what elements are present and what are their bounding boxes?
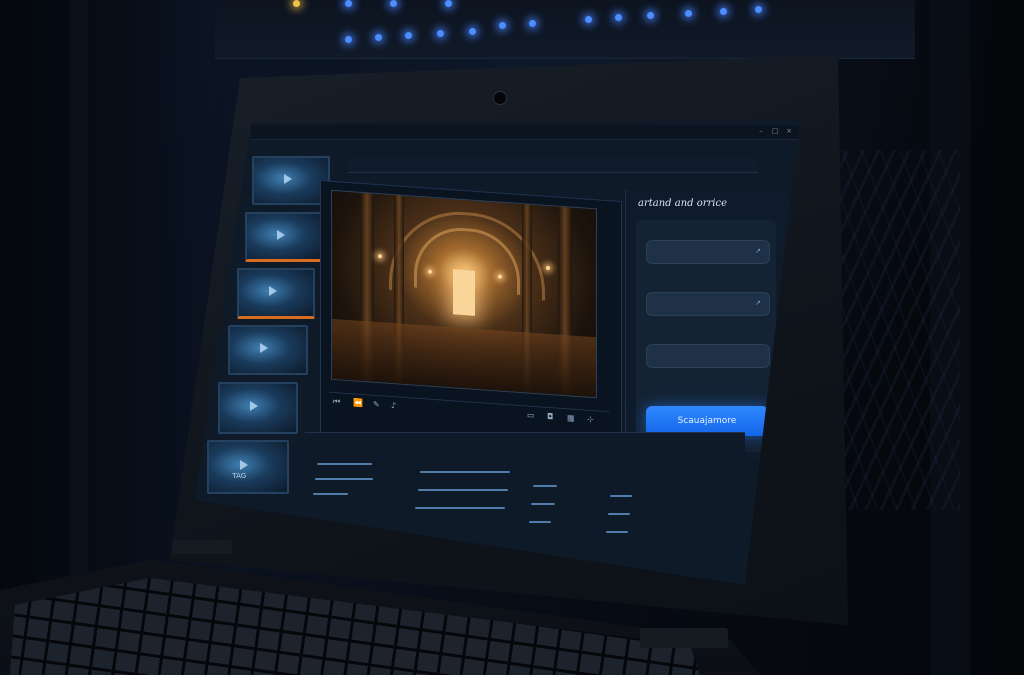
hinge-right [640,628,728,648]
status-led [445,0,452,7]
thumbnail-item[interactable] [237,268,315,319]
settings-card: ↗ ↗ Scauajamore [636,220,776,452]
lock-icon[interactable]: ◘ [547,412,553,421]
table-cell-bar [415,507,505,509]
status-led [469,28,476,35]
text-field[interactable]: ↗ [646,292,770,316]
status-led [293,0,300,7]
volume-icon[interactable]: ♪ [391,401,396,410]
corridor-floor [332,318,596,398]
thumbnail-item[interactable]: TAG [207,440,289,494]
status-led [529,20,536,27]
grid-icon[interactable]: ▦ [567,413,575,423]
pin-icon[interactable]: ⊹ [587,415,594,424]
thumbnail-item[interactable] [252,156,330,205]
pin-icon[interactable]: ↗ [755,299,761,307]
video-player: ⏮ ⏪ ✎ ♪ ▭ ◘ ▦ ⊹ [320,180,622,466]
table-cell-bar [608,513,630,515]
status-led [390,0,397,7]
minimize-icon[interactable]: – [757,127,765,135]
edit-icon[interactable]: ↗ [755,247,761,255]
thumbnail-item[interactable] [228,325,308,375]
webcam [493,91,507,105]
edit-icon[interactable]: ✎ [373,400,380,409]
table-cell-bar [531,503,555,505]
status-led [405,32,412,39]
close-icon[interactable]: × [785,127,793,135]
thumbnail-caption: TAG [232,472,247,480]
play-icon [276,229,285,240]
status-led [499,22,506,29]
thumbnail-item[interactable] [218,382,298,434]
table-cell-bar [317,463,372,465]
play-icon [268,286,277,297]
player-controls: ⏮ ⏪ ✎ ♪ ▭ ◘ ▦ ⊹ [329,391,609,431]
corridor-doorway [453,269,475,316]
maximize-icon[interactable]: □ [771,127,779,135]
wall-lamp [378,254,382,259]
text-field[interactable] [646,344,770,368]
status-led [585,16,592,23]
server-unit [215,0,915,59]
play-icon [283,173,292,184]
status-led [375,34,382,41]
status-led [647,12,654,19]
status-led [345,0,352,7]
table-cell-bar [418,489,508,491]
play-icon [240,459,249,470]
hinge-left [172,540,232,554]
status-led [720,8,727,15]
panel-header [348,158,758,173]
status-led [437,30,444,37]
status-led [755,6,762,13]
table-cell-bar [606,531,628,533]
table-cell-bar [533,485,557,487]
settings-title: artand and orrice [638,198,728,209]
status-led [615,14,622,21]
rewind-icon[interactable]: ⏪ [353,398,363,408]
prev-icon[interactable]: ⏮ [333,397,340,408]
status-led [345,36,352,43]
wall-lamp [546,265,550,271]
thumbnail-item[interactable] [245,212,323,262]
wall-lamp [428,269,432,274]
wall-lamp [498,274,502,279]
folder-icon[interactable]: ▭ [527,410,535,420]
video-frame-corridor[interactable] [331,189,597,399]
table-cell-bar [313,493,348,495]
table-cell-bar [610,495,632,497]
table-cell-bar [420,471,510,473]
play-icon [260,343,269,354]
status-led [685,10,692,17]
text-field[interactable]: ↗ [646,240,770,264]
table-cell-bar [529,521,551,523]
play-icon [250,400,259,411]
table-cell-bar [315,478,373,480]
title-bar: – □ × [251,125,799,140]
